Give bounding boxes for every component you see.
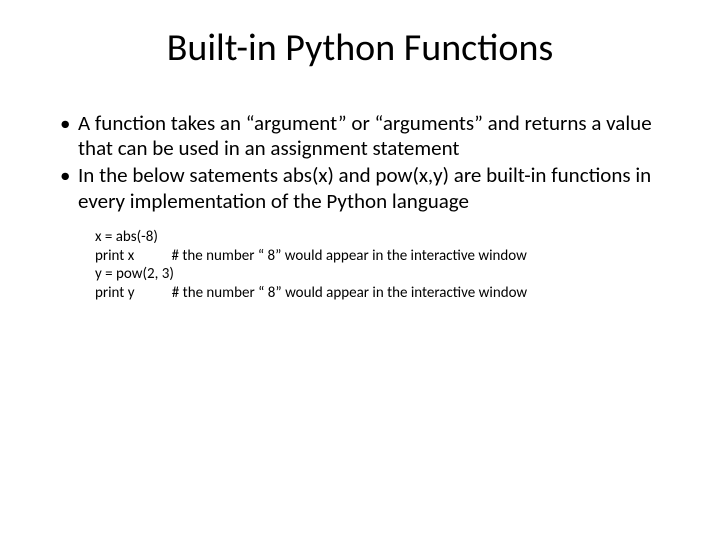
bullet-item: A function takes an “argument” or “argum… xyxy=(60,111,680,161)
code-line: print y # the number “ 8” would appear i… xyxy=(95,284,680,303)
code-line: x = abs(-8) xyxy=(95,228,680,247)
code-block: x = abs(-8) print x # the number “ 8” wo… xyxy=(95,228,680,303)
code-line: y = pow(2, 3) xyxy=(95,265,680,284)
bullet-item: In the below satements abs(x) and pow(x,… xyxy=(60,163,680,213)
slide-title: Built-in Python Functions xyxy=(40,25,680,71)
code-line: print x # the number “ 8” would appear i… xyxy=(95,247,680,266)
bullet-list: A function takes an “argument” or “argum… xyxy=(40,111,680,214)
